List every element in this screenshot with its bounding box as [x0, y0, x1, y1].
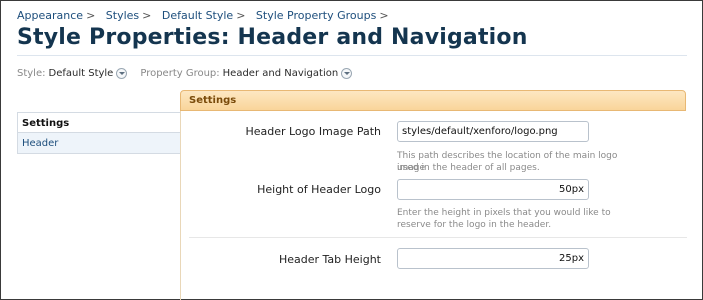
group-filter-label: Property Group:	[140, 68, 220, 79]
breadcrumb: Appearance > Styles > Default Style > Style…	[17, 9, 396, 22]
chevron-down-icon[interactable]	[341, 68, 353, 79]
header-logo-height-label: Height of Header Logo	[257, 183, 381, 196]
header-logo-height-hint-line2: reserve for the logo in the header.	[397, 220, 552, 230]
chevron-down-icon[interactable]	[116, 68, 128, 79]
panel-body: Header Logo Image Path styles/default/xe…	[180, 111, 687, 300]
breadcrumb-separator: >	[379, 9, 389, 22]
header-logo-path-hint-line2: used in the header of all pages.	[397, 163, 540, 173]
settings-panel: Settings Header Logo Image Path styles/d…	[180, 90, 687, 300]
breadcrumb-style-property-groups[interactable]: Style Property Groups	[256, 9, 376, 22]
breadcrumb-separator: >	[236, 9, 246, 22]
breadcrumb-default-style[interactable]: Default Style	[162, 9, 233, 22]
sidebar: Settings Header	[17, 112, 181, 300]
breadcrumb-separator: >	[86, 9, 96, 22]
row-divider	[189, 237, 687, 238]
breadcrumb-appearance[interactable]: Appearance	[17, 9, 83, 22]
header-logo-height-hint-line1: Enter the height in pixels that you woul…	[397, 208, 611, 218]
filter-bar: Style: Default Style Property Group: Hea…	[17, 68, 353, 79]
panel-title: Settings	[180, 90, 686, 111]
breadcrumb-separator: >	[142, 9, 152, 22]
style-filter-label: Style:	[17, 68, 46, 79]
breadcrumb-styles[interactable]: Styles	[106, 9, 139, 22]
header-logo-height-input[interactable]: 50px	[397, 179, 589, 200]
page-title: Style Properties: Header and Navigation	[17, 25, 528, 50]
style-filter-value[interactable]: Default Style	[49, 68, 114, 79]
sidebar-item-header[interactable]: Header	[17, 133, 180, 154]
header-tab-height-input[interactable]: 25px	[397, 248, 589, 269]
header-tab-height-label: Header Tab Height	[278, 253, 381, 266]
sidebar-item-settings[interactable]: Settings	[17, 112, 180, 133]
title-divider	[17, 55, 687, 56]
header-logo-path-input[interactable]: styles/default/xenforo/logo.png	[397, 121, 589, 142]
header-logo-path-label: Header Logo Image Path	[245, 125, 381, 138]
group-filter-value[interactable]: Header and Navigation	[223, 68, 339, 79]
